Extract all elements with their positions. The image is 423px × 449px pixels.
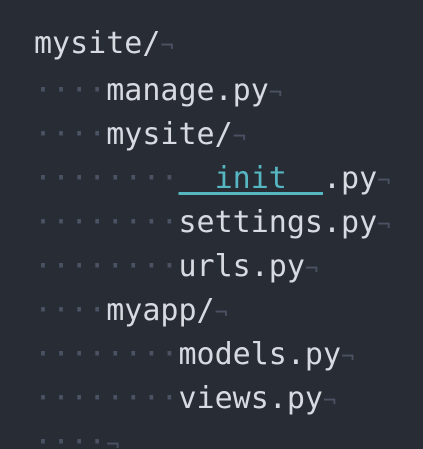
- indent-whitespace: ········: [34, 161, 179, 196]
- editor-line[interactable]: ····myapp/¬: [34, 291, 228, 331]
- line-text: views.py: [178, 381, 324, 416]
- editor-line[interactable]: ········views.py¬: [34, 379, 336, 419]
- indent-whitespace: ········: [34, 381, 179, 416]
- editor-line[interactable]: ····manage.py¬: [34, 71, 282, 111]
- eol-marker: ¬: [304, 257, 319, 282]
- editor-line[interactable]: ····¬: [34, 423, 120, 449]
- eol-marker: ¬: [232, 125, 246, 150]
- eol-marker: ¬: [377, 169, 391, 194]
- indent-whitespace: ········: [34, 205, 179, 240]
- indent-whitespace: ····: [34, 425, 107, 449]
- editor-line[interactable]: ········models.py¬: [34, 335, 354, 375]
- indent-whitespace: ········: [34, 249, 179, 284]
- line-text: models.py: [178, 337, 342, 372]
- editor-line[interactable]: ········settings.py¬: [34, 203, 390, 243]
- eol-marker: ¬: [268, 81, 283, 106]
- indent-whitespace: ····: [34, 117, 107, 152]
- line-text: mysite/: [106, 117, 233, 152]
- indent-whitespace: ····: [34, 73, 107, 108]
- editor-line[interactable]: mysite/¬: [34, 24, 174, 64]
- indent-whitespace: ····: [34, 293, 107, 328]
- eol-marker: ¬: [214, 301, 228, 326]
- line-text: myapp/: [106, 293, 215, 328]
- indent-whitespace: ········: [34, 337, 179, 372]
- editor-line[interactable]: ········__init__.py¬: [34, 159, 390, 199]
- eol-marker: ¬: [341, 345, 355, 370]
- eol-marker: ¬: [377, 213, 391, 238]
- editor-line[interactable]: ····mysite/¬: [34, 115, 246, 155]
- line-text: .py: [323, 161, 378, 196]
- line-text: urls.py: [178, 249, 305, 284]
- line-text: manage.py: [106, 73, 269, 108]
- line-text: mysite/: [34, 26, 161, 61]
- highlighted-text: __init__: [178, 161, 324, 196]
- line-text: settings.py: [178, 205, 378, 240]
- editor-line[interactable]: ········urls.py¬: [34, 247, 318, 287]
- eol-marker: ¬: [160, 34, 174, 59]
- eol-marker: ¬: [106, 433, 120, 449]
- code-editor[interactable]: mysite/¬ ····manage.py¬ ····mysite/¬ ···…: [0, 0, 423, 449]
- eol-marker: ¬: [323, 389, 337, 414]
